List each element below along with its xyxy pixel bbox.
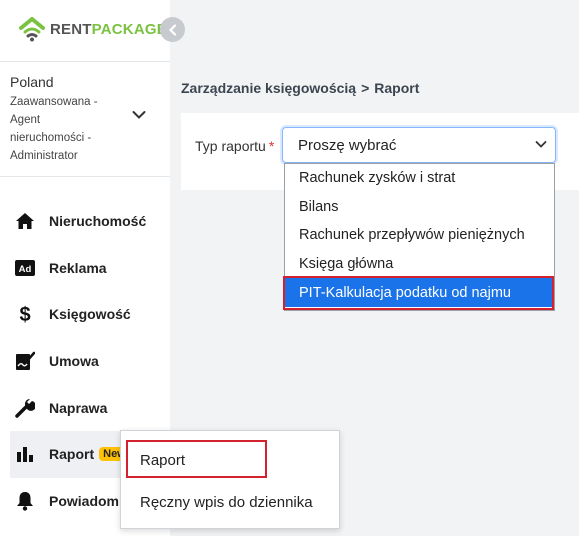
- contract-sign-icon: [14, 350, 36, 372]
- report-option[interactable]: Bilans: [285, 193, 554, 222]
- divider: [0, 176, 170, 177]
- logo-text-package: PACKAGE: [91, 20, 167, 38]
- submenu-item-raport[interactable]: Raport: [121, 439, 339, 481]
- report-type-select-value: Proszę wybrać: [298, 136, 397, 154]
- required-mark: *: [268, 138, 275, 154]
- report-type-select[interactable]: Proszę wybrać: [282, 127, 556, 163]
- divider: [0, 61, 170, 62]
- home-icon: [14, 210, 36, 232]
- breadcrumb-current: Raport: [374, 80, 420, 96]
- logo-text: RENTPACKAGE: [50, 21, 167, 38]
- sidebar-collapse-button[interactable]: [160, 17, 185, 42]
- sidebar-item-label: Reklama: [49, 259, 107, 276]
- account-role-line: Zaawansowana -: [10, 96, 98, 108]
- chevron-down-icon: [535, 141, 547, 148]
- account-role: Zaawansowana - Agent nieruchomości - Adm…: [10, 93, 110, 165]
- breadcrumb-parent[interactable]: Zarządzanie księgowością: [181, 80, 356, 96]
- logo[interactable]: RENTPACKAGE: [18, 15, 167, 43]
- chevron-left-icon: [168, 23, 176, 36]
- sidebar-item-label: Powiadomi: [49, 492, 123, 509]
- sidebar-item-naprawa[interactable]: Naprawa: [10, 384, 170, 431]
- sidebar-item-label: Raport: [49, 446, 95, 463]
- report-type-options: Rachunek zysków i strat Bilans Rachunek …: [284, 163, 555, 311]
- report-option[interactable]: Księga główna: [285, 250, 554, 279]
- sidebar-item-label: Naprawa: [49, 399, 108, 416]
- sidebar-item-ksiegowosc[interactable]: $ Księgowość: [10, 291, 170, 338]
- report-type-label: Typ raportu *: [195, 138, 274, 154]
- raport-submenu: Raport Ręczny wpis do dziennika: [120, 430, 340, 529]
- sidebar-item-nieruchomosc[interactable]: Nieruchomość: [10, 198, 170, 245]
- account-role-line: Administrator: [10, 150, 78, 162]
- report-option[interactable]: Rachunek przepływów pieniężnych: [285, 221, 554, 250]
- report-type-label-text: Typ raportu: [195, 138, 266, 154]
- report-option-selected[interactable]: PIT-Kalkulacja podatku od najmu: [285, 278, 554, 307]
- submenu-item-manual-journal-entry[interactable]: Ręczny wpis do dziennika: [121, 481, 339, 523]
- account-role-line: nieruchomości -: [10, 132, 92, 144]
- svg-text:Ad: Ad: [19, 264, 32, 275]
- bar-chart-icon: [14, 443, 36, 465]
- account-country: Poland: [10, 74, 54, 90]
- report-option[interactable]: Rachunek zysków i strat: [285, 164, 554, 193]
- account-selector[interactable]: Poland Zaawansowana - Agent nieruchomośc…: [10, 74, 160, 165]
- wifi-house-logo-icon: [19, 17, 45, 42]
- sidebar-item-label: Księgowość: [49, 306, 131, 323]
- ad-icon: Ad: [14, 257, 36, 279]
- chevron-down-icon[interactable]: [132, 110, 146, 120]
- breadcrumb-separator: >: [361, 80, 370, 96]
- sidebar-item-label: Nieruchomość: [49, 213, 147, 230]
- breadcrumb: Zarządzanie księgowością > Raport: [181, 80, 419, 96]
- logo-text-rent: RENT: [50, 20, 92, 38]
- dollar-icon: $: [14, 303, 36, 325]
- sidebar-item-label: Umowa: [49, 353, 99, 370]
- bell-icon: [14, 490, 36, 512]
- sidebar-item-reklama[interactable]: Ad Reklama: [10, 245, 170, 292]
- account-role-line: Agent: [10, 114, 41, 126]
- wrench-icon: [14, 397, 36, 419]
- sidebar-item-umowa[interactable]: Umowa: [10, 338, 170, 385]
- svg-text:$: $: [19, 304, 30, 324]
